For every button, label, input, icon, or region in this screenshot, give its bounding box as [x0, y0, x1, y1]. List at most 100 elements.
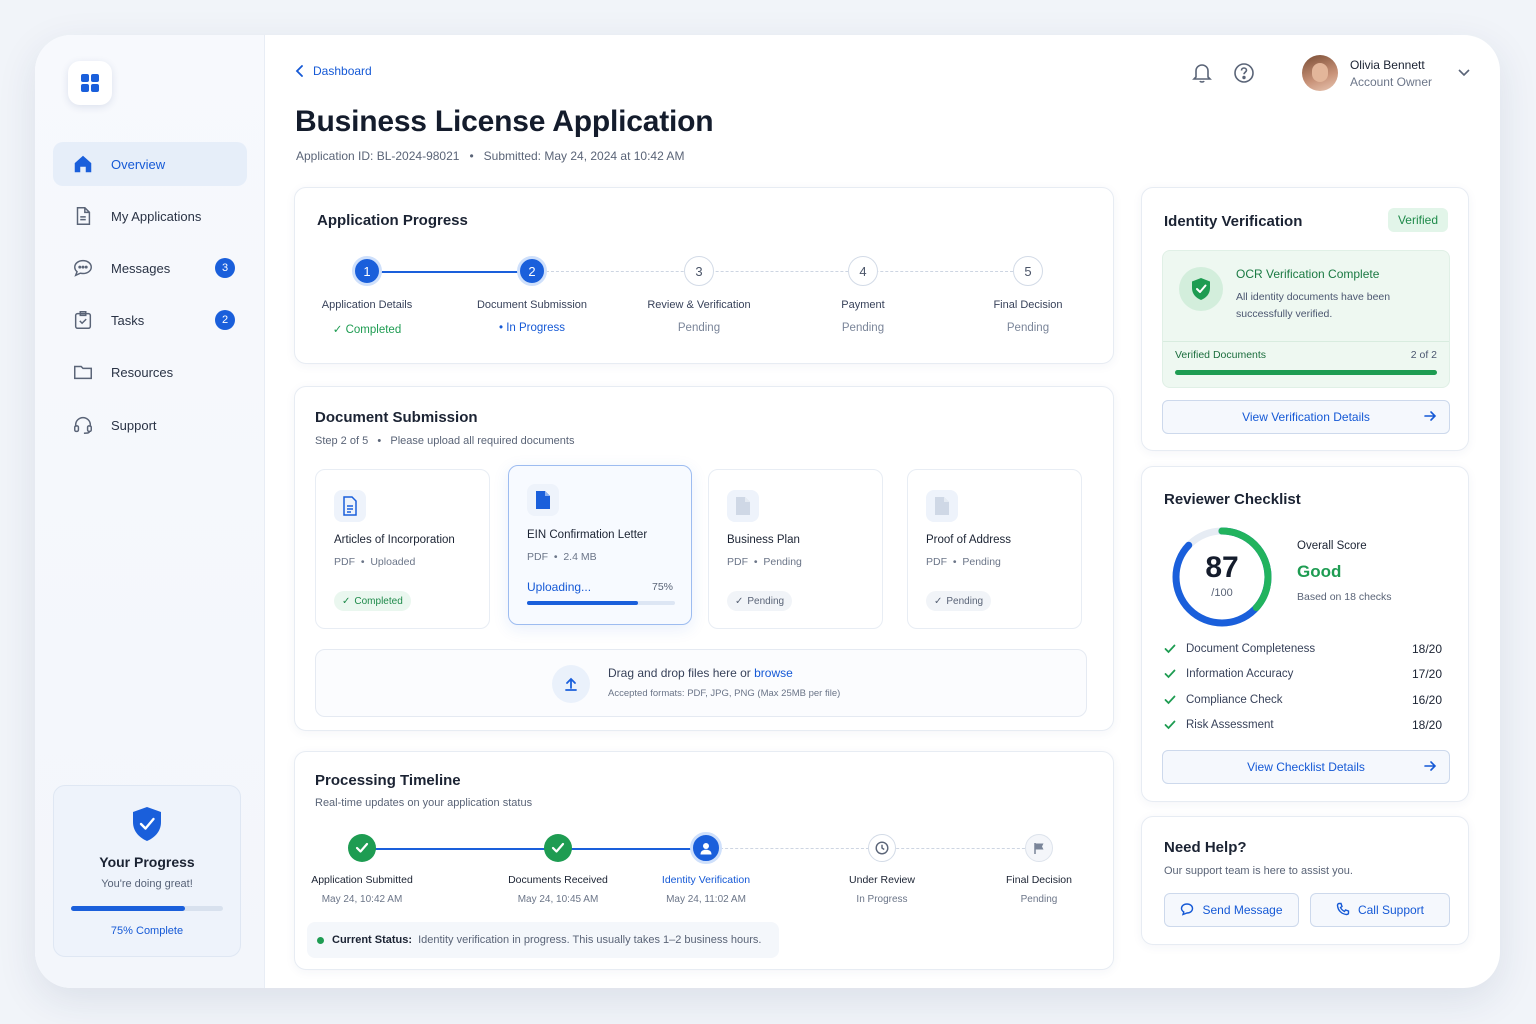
step-status: Pending	[841, 322, 885, 334]
document-meta: PDF • Uploaded	[334, 556, 416, 568]
current-status-text: Identity verification in progress. This …	[418, 934, 762, 946]
document-name: Proof of Address	[926, 534, 1012, 546]
step-document-submission: 2 Document Submission • In Progress	[457, 256, 607, 334]
document-icon	[71, 204, 95, 228]
progress-bar-fill	[71, 906, 185, 911]
document-meta: PDF • 2.4 MB	[527, 551, 597, 563]
arrow-right-icon	[1423, 409, 1437, 426]
chevron-down-icon[interactable]	[1458, 64, 1470, 82]
tasks-count-badge: 2	[215, 310, 235, 330]
ocr-title: OCR Verification Complete	[1236, 267, 1380, 281]
step-status: Pending	[677, 322, 721, 334]
breadcrumb-back-link[interactable]: Dashboard	[295, 64, 372, 78]
timeline-sub: Pending	[1020, 894, 1058, 905]
clipboard-check-icon	[71, 308, 95, 332]
view-checklist-details-button[interactable]: View Checklist Details	[1162, 750, 1450, 784]
main-content: Dashboard Business License Application A…	[265, 35, 1500, 988]
view-verification-details-button[interactable]: View Verification Details	[1162, 400, 1450, 434]
sidebar-item-my-applications[interactable]: My Applications	[53, 194, 247, 238]
check-icon	[1164, 695, 1176, 705]
verified-docs-bar	[1175, 370, 1437, 375]
user-icon	[690, 832, 722, 864]
help-button[interactable]	[1230, 59, 1258, 87]
document-name: EIN Confirmation Letter	[527, 529, 648, 541]
folder-icon	[71, 360, 95, 384]
check-icon	[1164, 669, 1176, 679]
notifications-button[interactable]	[1188, 59, 1216, 87]
timeline-sub: May 24, 10:42 AM	[321, 894, 403, 905]
checklist-row: Compliance Check 16/20	[1164, 693, 1442, 707]
top-actions: Olivia Bennett Account Owner	[1188, 55, 1470, 91]
current-status-label: Current Status:	[332, 934, 413, 946]
check-icon: ✓	[934, 595, 943, 607]
step-number: 1	[352, 256, 382, 286]
chevron-left-icon	[295, 65, 303, 77]
check-circle-icon	[544, 834, 572, 862]
check-icon: ✓	[332, 324, 346, 336]
step-number: 2	[517, 256, 547, 286]
checklist-row: Risk Assessment 18/20	[1164, 718, 1442, 732]
help-subtitle: Our support team is here to assist you.	[1164, 865, 1353, 877]
check-icon: ✓	[735, 595, 744, 607]
document-name: Business Plan	[727, 534, 800, 546]
chat-icon	[1180, 902, 1194, 919]
sidebar-item-resources[interactable]: Resources	[53, 350, 247, 394]
timeline-item-review: Under Review In Progress	[807, 834, 957, 905]
send-message-button[interactable]: Send Message	[1164, 893, 1299, 927]
sidebar-item-support[interactable]: Support	[53, 403, 247, 447]
checklist-row: Document Completeness 18/20	[1164, 642, 1442, 656]
timeline-item-submitted: Application Submitted May 24, 10:42 AM	[287, 834, 437, 905]
step-review-verification: 3 Review & Verification Pending	[624, 256, 774, 334]
document-card-articles[interactable]: Articles of Incorporation PDF • Uploaded…	[315, 469, 490, 629]
document-card-ein[interactable]: EIN Confirmation Letter PDF • 2.4 MB Upl…	[508, 465, 692, 625]
checklist-row: Information Accuracy 17/20	[1164, 667, 1442, 681]
app-logo[interactable]	[68, 61, 112, 105]
check-icon	[1164, 720, 1176, 730]
shield-check-icon	[1179, 267, 1223, 311]
sidebar: Overview My Applications Messages 3 Task…	[35, 35, 265, 988]
sidebar-item-label: Resources	[111, 364, 174, 380]
user-role: Account Owner	[1349, 74, 1432, 89]
card-subtitle: Real-time updates on your application st…	[315, 797, 533, 809]
messages-count-badge: 3	[215, 258, 235, 278]
sidebar-item-tasks[interactable]: Tasks 2	[53, 298, 247, 342]
status-badge: ✓ Pending	[727, 591, 793, 611]
sidebar-item-overview[interactable]: Overview	[53, 142, 247, 186]
verified-docs-count: 2 of 2	[1410, 349, 1437, 361]
timeline-item-final: Final Decision Pending	[964, 834, 1114, 905]
page-title: Business License Application	[295, 105, 714, 138]
card-subtitle: Step 2 of 5 • Please upload all required…	[315, 435, 575, 447]
step-status: ✓ Completed	[332, 324, 402, 336]
user-avatar[interactable]	[1301, 55, 1338, 91]
card-title: Need Help?	[1164, 839, 1247, 856]
user-info[interactable]: Olivia Bennett Account Owner	[1350, 58, 1432, 89]
document-card-business-plan[interactable]: Business Plan PDF • Pending ✓ Pending	[708, 469, 883, 629]
upload-status-label: Uploading...	[527, 580, 592, 594]
flag-icon	[1025, 834, 1053, 862]
user-name: Olivia Bennett	[1349, 57, 1425, 72]
sidebar-item-messages[interactable]: Messages 3	[53, 246, 247, 290]
step-status: • In Progress	[498, 322, 566, 334]
shield-check-icon	[133, 807, 161, 841]
need-help-card: Need Help? Our support team is here to a…	[1141, 816, 1469, 945]
application-progress-card: Application Progress 1 Application Detai…	[294, 187, 1114, 364]
card-title: Application Progress	[317, 212, 468, 229]
document-icon	[334, 490, 366, 522]
application-meta: Application ID: BL-2024-98021 • Submitte…	[296, 149, 685, 163]
sidebar-item-label: Messages	[111, 260, 171, 276]
step-label: Payment	[841, 299, 885, 311]
file-dropzone[interactable]: Drag and drop files here or browse Accep…	[315, 649, 1087, 717]
document-card-proof-of-address[interactable]: Proof of Address PDF • Pending ✓ Pending	[907, 469, 1082, 629]
document-filled-icon	[527, 484, 559, 516]
step-number: 3	[684, 256, 714, 286]
step-status: Pending	[1006, 322, 1050, 334]
score-based-on: Based on 18 checks	[1297, 591, 1392, 603]
status-badge: ✓ Completed	[334, 591, 411, 611]
sidebar-item-label: My Applications	[111, 208, 202, 224]
progress-bar	[71, 906, 223, 911]
browse-link[interactable]: browse	[754, 666, 793, 680]
call-support-button[interactable]: Call Support	[1310, 893, 1450, 927]
divider	[1163, 341, 1449, 342]
processing-timeline-card: Processing Timeline Real-time updates on…	[294, 751, 1114, 970]
grid-icon	[81, 74, 99, 92]
